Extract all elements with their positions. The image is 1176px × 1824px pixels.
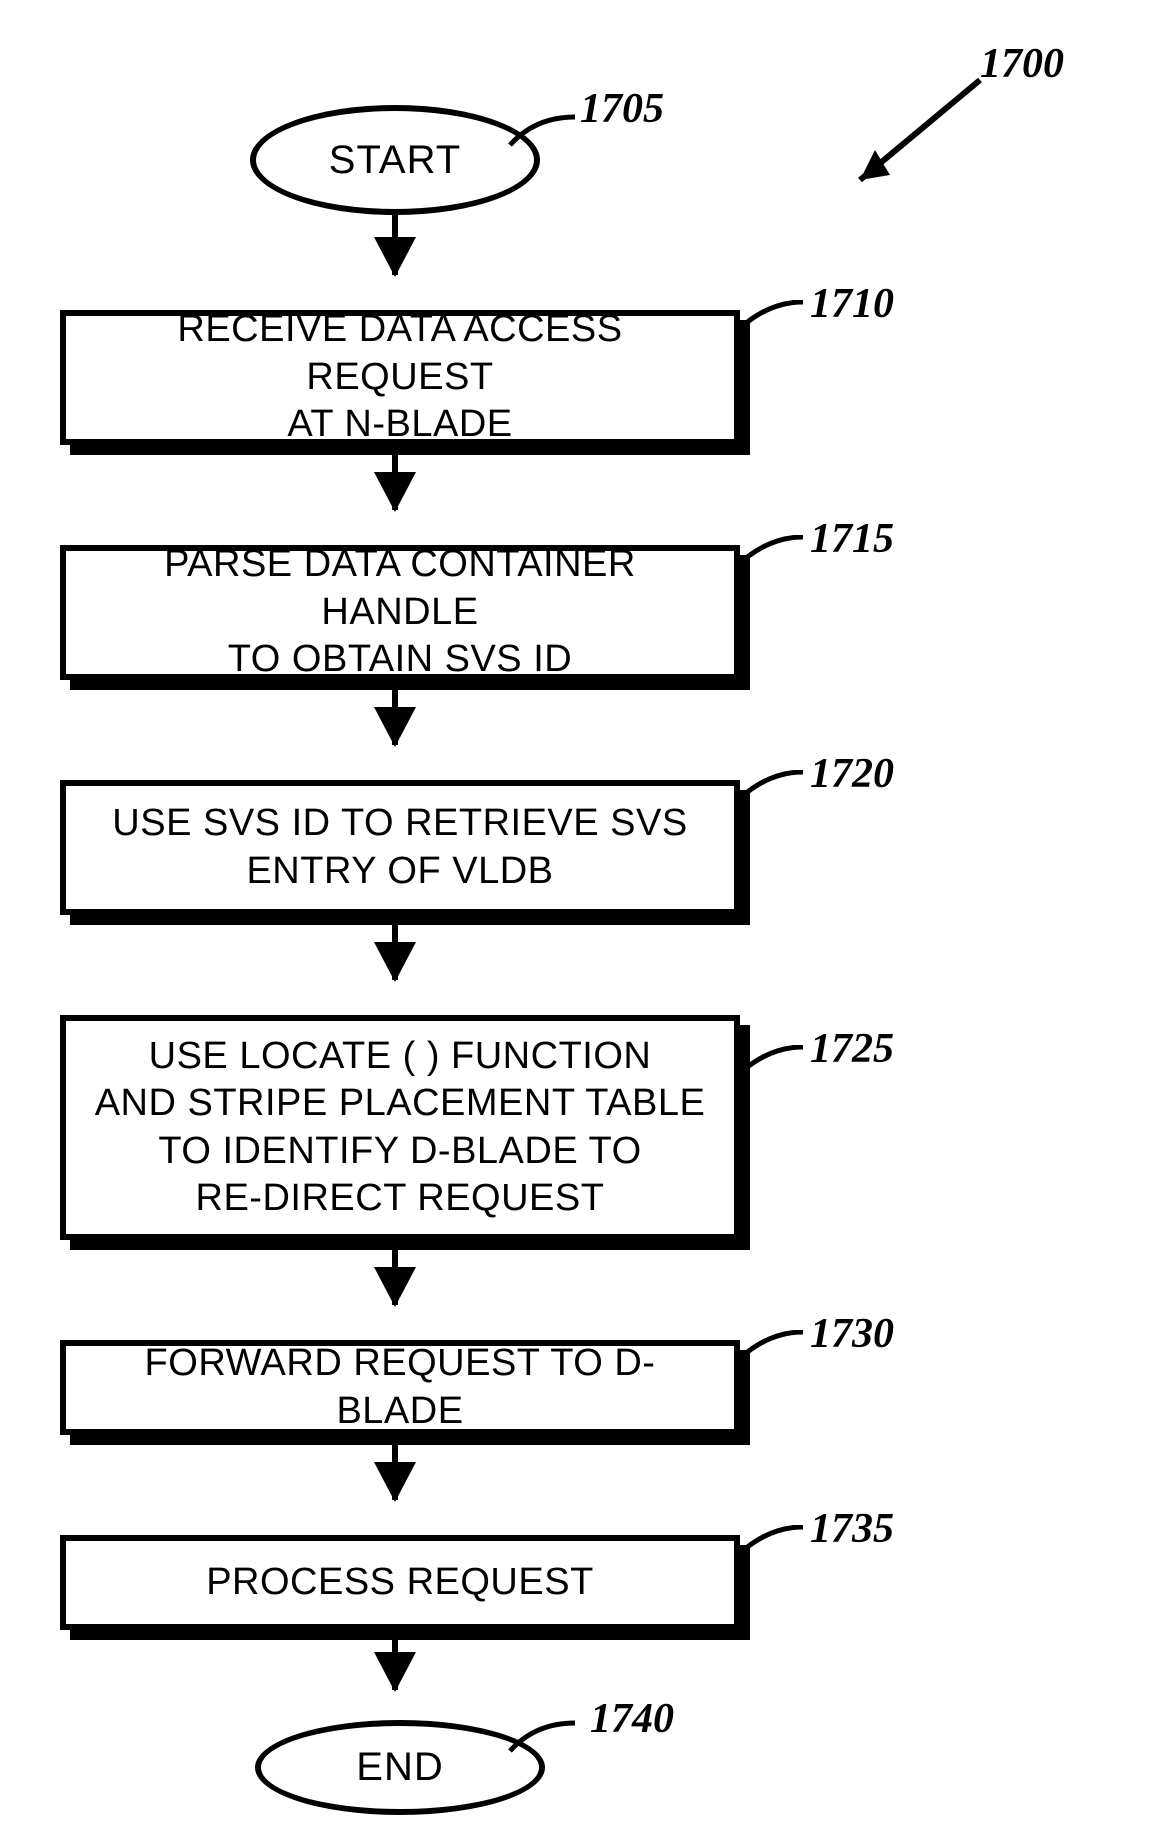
process-6-wrap: PROCESS REQUEST [60,1535,740,1630]
process-4-wrap: USE LOCATE ( ) FUNCTION AND STRIPE PLACE… [60,1015,740,1240]
process-6: PROCESS REQUEST [60,1535,740,1630]
process-5: FORWARD REQUEST TO D-BLADE [60,1340,740,1435]
figure-id-label: 1700 [980,40,1064,88]
process-4-ref-hook [738,1045,808,1080]
process-3-text: USE SVS ID TO RETRIEVE SVS ENTRY OF VLDB [112,800,687,895]
process-3-ref-hook [738,770,808,805]
process-3-wrap: USE SVS ID TO RETRIEVE SVS ENTRY OF VLDB [60,780,740,915]
process-4-text: USE LOCATE ( ) FUNCTION AND STRIPE PLACE… [95,1033,706,1223]
start-ref-label: 1705 [580,85,664,133]
arrow-5-to-6 [392,1445,398,1500]
arrow-6-to-end [392,1640,398,1690]
arrow-1-to-2 [392,455,398,510]
process-2-ref-hook [738,535,808,570]
process-2-ref: 1715 [810,515,894,563]
arrow-start-to-1 [392,215,398,275]
process-5-ref: 1730 [810,1310,894,1358]
process-1-wrap: RECEIVE DATA ACCESS REQUEST AT N-BLADE [60,310,740,445]
process-5-ref-hook [738,1330,808,1365]
arrow-2-to-3 [392,690,398,745]
start-label: START [329,138,461,183]
process-1: RECEIVE DATA ACCESS REQUEST AT N-BLADE [60,310,740,445]
flowchart-canvas: 1700 START 1705 RECEIVE DATA ACCESS REQU… [0,0,1176,1824]
process-5-text: FORWARD REQUEST TO D-BLADE [86,1340,714,1435]
process-3-ref: 1720 [810,750,894,798]
end-terminator-wrap: END [255,1720,545,1820]
start-ref-hook [505,112,585,152]
start-terminator: START [250,105,540,215]
process-1-ref-hook [738,300,808,335]
process-5-wrap: FORWARD REQUEST TO D-BLADE [60,1340,740,1435]
process-2: PARSE DATA CONTAINER HANDLE TO OBTAIN SV… [60,545,740,680]
process-6-ref-hook [738,1525,808,1560]
process-2-wrap: PARSE DATA CONTAINER HANDLE TO OBTAIN SV… [60,545,740,680]
process-4: USE LOCATE ( ) FUNCTION AND STRIPE PLACE… [60,1015,740,1240]
process-1-text: RECEIVE DATA ACCESS REQUEST AT N-BLADE [86,306,714,449]
process-4-ref: 1725 [810,1025,894,1073]
end-ref-label: 1740 [590,1695,674,1743]
process-6-ref: 1735 [810,1505,894,1553]
process-2-text: PARSE DATA CONTAINER HANDLE TO OBTAIN SV… [86,541,714,684]
process-1-ref: 1710 [810,280,894,328]
start-terminator-wrap: START [250,105,540,215]
arrow-3-to-4 [392,925,398,980]
end-ref-hook [505,1718,585,1758]
process-6-text: PROCESS REQUEST [206,1559,594,1607]
figure-id-lead-arrow [820,70,990,200]
arrow-4-to-5 [392,1250,398,1305]
end-terminator: END [255,1720,545,1815]
process-3: USE SVS ID TO RETRIEVE SVS ENTRY OF VLDB [60,780,740,915]
end-label: END [356,1745,443,1790]
